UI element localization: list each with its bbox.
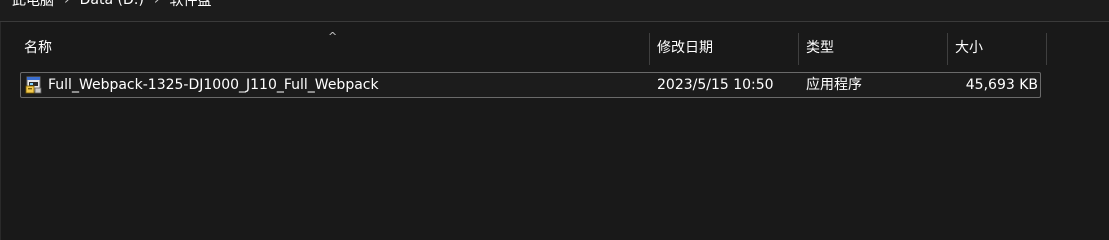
column-divider[interactable] — [798, 33, 799, 65]
file-name: Full_Webpack-1325-DJ1000_J110_Full_Webpa… — [48, 77, 379, 93]
column-divider[interactable] — [1046, 33, 1047, 65]
file-size: 45,693 KB — [965, 77, 1038, 93]
chevron-right-icon[interactable]: › — [64, 0, 70, 8]
breadcrumb: 此电脑 › Data (D:) › 软件盘 — [12, 0, 212, 10]
installer-app-icon — [25, 76, 42, 94]
breadcrumb-item-drive[interactable]: Data (D:) — [80, 0, 144, 8]
file-modified-date: 2023/5/15 10:50 — [657, 77, 774, 93]
column-divider[interactable] — [947, 33, 948, 65]
file-explorer-window: 此电脑 › Data (D:) › 软件盘 ^ 名称 修改日期 类型 大小 Fu… — [0, 0, 1109, 240]
column-header-row: ^ 名称 修改日期 类型 大小 — [0, 31, 1109, 66]
column-header-type[interactable]: 类型 — [802, 31, 946, 66]
address-bar[interactable]: 此电脑 › Data (D:) › 软件盘 — [0, 0, 1109, 22]
file-type: 应用程序 — [806, 77, 862, 93]
breadcrumb-item-folder[interactable]: 软件盘 — [170, 0, 212, 10]
chevron-right-icon[interactable]: › — [154, 0, 160, 8]
column-header-name[interactable]: 名称 — [20, 31, 648, 66]
file-list-item[interactable]: Full_Webpack-1325-DJ1000_J110_Full_Webpa… — [20, 72, 1041, 98]
column-divider[interactable] — [649, 33, 650, 65]
breadcrumb-item-this-pc[interactable]: 此电脑 — [12, 0, 54, 10]
column-header-size[interactable]: 大小 — [951, 31, 1045, 66]
column-header-modified[interactable]: 修改日期 — [653, 31, 797, 66]
